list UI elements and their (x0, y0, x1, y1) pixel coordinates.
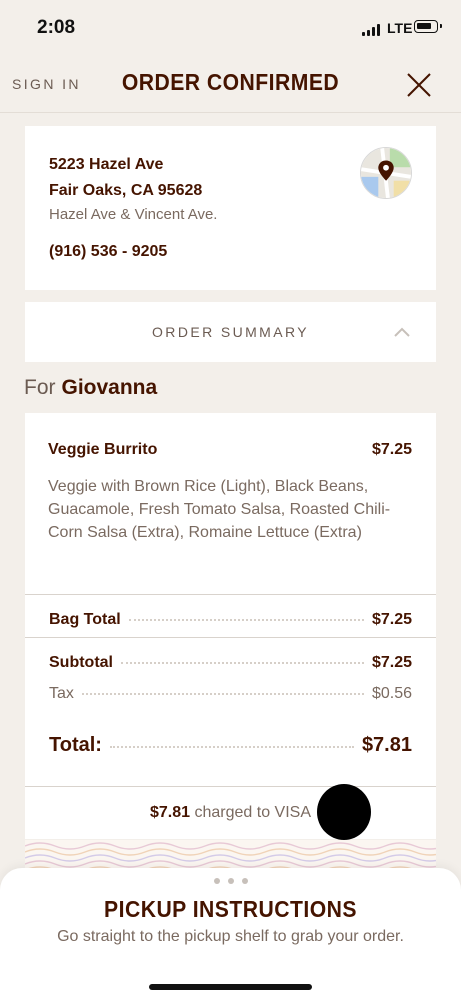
chevron-up-icon (394, 327, 410, 337)
page-title: ORDER CONFIRMED (121, 69, 340, 95)
network-type: LTE (387, 20, 413, 36)
total-row: Total: $7.81 (49, 734, 412, 757)
map-icon[interactable] (360, 147, 412, 199)
charged-amount: $7.81 (149, 804, 191, 821)
drag-handle[interactable] (214, 878, 248, 884)
item-price: $7.25 (371, 441, 412, 458)
dotted-leader (121, 662, 364, 664)
for-label: For (24, 376, 56, 399)
item-description: Veggie with Brown Rice (Light), Black Be… (48, 478, 391, 541)
order-summary-label: ORDER SUMMARY (152, 324, 309, 340)
subtotal-value: $7.25 (371, 654, 412, 671)
divider (25, 637, 436, 638)
subtotal-label: Subtotal (49, 654, 113, 671)
tax-label: Tax (49, 685, 74, 702)
app-header: SIGN IN ORDER CONFIRMED (0, 56, 461, 113)
payment-summary: $7.81 charged to VISA (25, 804, 436, 822)
cross-streets: Hazel Ave & Vincent Ave. (49, 206, 218, 223)
divider (25, 786, 436, 787)
dotted-leader (81, 693, 364, 695)
signal-icon (362, 24, 382, 36)
redaction-mark (317, 784, 371, 840)
home-indicator[interactable] (149, 984, 312, 990)
restaurant-location-card: 5223 Hazel Ave Fair Oaks, CA 95628 Hazel… (25, 126, 436, 290)
bag-total-value: $7.25 (371, 611, 412, 628)
pickup-text: Go straight to the pickup shelf to grab … (57, 928, 404, 945)
total-value: $7.81 (361, 734, 412, 756)
status-bar: 2:08 LTE (0, 0, 461, 56)
pickup-title: PICKUP INSTRUCTIONS (104, 896, 357, 922)
battery-icon (414, 20, 442, 33)
total-label: Total: (49, 734, 102, 756)
order-recipient: For Giovanna (24, 376, 157, 400)
pickup-instructions-sheet[interactable]: PICKUP INSTRUCTIONS Go straight to the p… (0, 868, 461, 1000)
dotted-leader (109, 746, 354, 748)
order-details-card: Veggie Burrito $7.25 Veggie with Brown R… (25, 413, 436, 840)
divider (25, 594, 436, 595)
item-name: Veggie Burrito (48, 441, 158, 458)
address-line2: Fair Oaks, CA 95628 (49, 182, 203, 199)
order-summary-toggle[interactable]: ORDER SUMMARY (25, 302, 436, 362)
tax-value: $0.56 (371, 685, 412, 702)
bag-total-row: Bag Total $7.25 (49, 611, 412, 629)
address-line1: 5223 Hazel Ave (49, 156, 164, 173)
recipient-name: Giovanna (61, 376, 158, 399)
status-time: 2:08 (37, 17, 76, 38)
tax-row: Tax $0.56 (49, 685, 412, 703)
close-icon[interactable] (404, 70, 434, 100)
dotted-leader (128, 619, 364, 621)
bag-total-label: Bag Total (49, 611, 121, 628)
phone-number[interactable]: (916) 536 - 9205 (49, 243, 167, 261)
charged-text: charged to VISA (194, 804, 311, 821)
subtotal-row: Subtotal $7.25 (49, 654, 412, 672)
